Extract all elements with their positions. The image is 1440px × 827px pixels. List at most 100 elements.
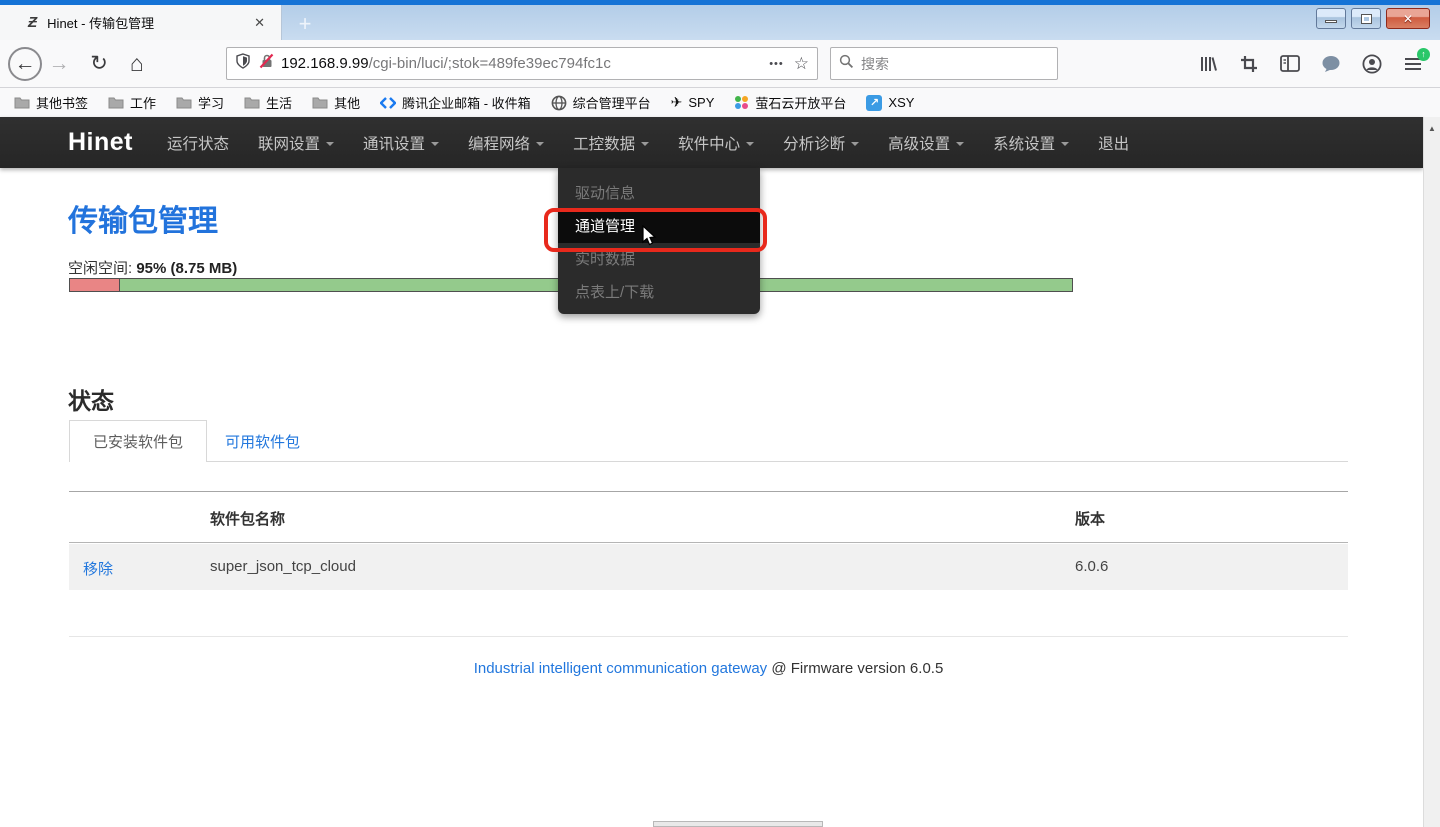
footer-gateway-link[interactable]: Industrial intelligent communication gat… [474, 660, 768, 677]
chevron-down-icon [746, 142, 754, 146]
bookmark-folder-misc[interactable]: 其他 [312, 93, 360, 112]
bookmark-spy[interactable]: ✈ SPY [671, 94, 715, 111]
home-button[interactable]: ⌂ [120, 47, 154, 81]
account-icon[interactable] [1359, 51, 1385, 77]
chevron-down-icon [326, 142, 334, 146]
folder-icon [176, 96, 192, 109]
remove-link[interactable]: 移除 [83, 558, 113, 579]
bookmark-folder-work[interactable]: 工作 [108, 93, 156, 112]
horizontal-scrollbar-thumb[interactable] [653, 821, 823, 827]
menu-item-point-table-updown[interactable]: 点表上/下载 [558, 276, 760, 309]
nav-item-run-status[interactable]: 运行状态 [167, 132, 229, 154]
nav-item-comm-settings[interactable]: 通讯设置 [363, 132, 439, 154]
chevron-down-icon [1061, 142, 1069, 146]
bookmark-folder-life[interactable]: 生活 [244, 93, 292, 112]
url-path: /cgi-bin/luci/;stok=489fe39ec794fc1c [369, 55, 611, 72]
column-header-package-name: 软件包名称 [210, 508, 285, 529]
folder-icon [14, 96, 30, 109]
nav-item-network-settings[interactable]: 联网设置 [258, 132, 334, 154]
minimize-button[interactable] [1316, 8, 1346, 29]
new-tab-button[interactable]: + [288, 9, 322, 40]
nav-item-programming-network[interactable]: 编程网络 [468, 132, 544, 154]
tab-favicon-icon: Ƶ [28, 14, 37, 31]
package-name-cell: super_json_tcp_cloud [210, 558, 356, 575]
close-button[interactable]: ✕ [1386, 8, 1430, 29]
free-space-text: 空闲空间: 95% (8.75 MB) [68, 257, 237, 278]
restore-icon [1362, 15, 1371, 23]
vertical-scrollbar[interactable]: ▲ [1423, 117, 1440, 827]
page-title: 传输包管理 [68, 196, 218, 240]
ys-cloud-icon [734, 95, 749, 110]
bookmark-ys-cloud[interactable]: 萤石云开放平台 [734, 93, 846, 112]
chevron-down-icon [536, 142, 544, 146]
browser-toolbar: ← → ↻ ⌂ 192.168.9.99/cgi-bin/luci/;stok=… [0, 40, 1440, 88]
package-version-cell: 6.0.6 [1075, 558, 1108, 575]
reload-button[interactable]: ↻ [82, 47, 116, 81]
browser-window: Ƶ Hinet - 传输包管理 ✕ + ✕ ← → ↻ ⌂ 192.168.9.… [0, 0, 1440, 827]
toolbar-right-icons: ↑ [1195, 51, 1440, 77]
back-button[interactable]: ← [8, 47, 42, 81]
table-header-row: 软件包名称 版本 [69, 492, 1348, 543]
tab-available-packages[interactable]: 可用软件包 [225, 420, 300, 462]
nav-item-software-center[interactable]: 软件中心 [678, 132, 754, 154]
site-navbar: Hinet 运行状态 联网设置 通讯设置 编程网络 工控数据 软件中心 分析诊断… [0, 117, 1423, 168]
nav-item-analysis-diagnosis[interactable]: 分析诊断 [783, 132, 859, 154]
folder-icon [108, 96, 124, 109]
footer-divider [69, 636, 1348, 637]
sidebar-toggle-icon[interactable] [1277, 51, 1303, 77]
insecure-lock-icon[interactable] [259, 53, 275, 74]
tencent-mail-icon [380, 96, 396, 110]
chevron-down-icon [641, 142, 649, 146]
library-icon[interactable] [1195, 51, 1221, 77]
bookmark-mgmt-platform[interactable]: 综合管理平台 [551, 93, 651, 112]
status-heading: 状态 [68, 382, 114, 416]
update-badge-icon: ↑ [1417, 48, 1430, 61]
nav-item-system-settings[interactable]: 系统设置 [993, 132, 1069, 154]
bookmark-folder-study[interactable]: 学习 [176, 93, 224, 112]
browser-tab[interactable]: Ƶ Hinet - 传输包管理 ✕ [0, 5, 282, 40]
url-fade [727, 55, 763, 72]
menu-item-realtime-data[interactable]: 实时数据 [558, 243, 760, 276]
bookmark-tencent-mail[interactable]: 腾讯企业邮箱 - 收件箱 [380, 93, 531, 112]
mouse-cursor-icon [640, 225, 660, 247]
search-box[interactable] [830, 47, 1058, 80]
globe-icon [551, 95, 567, 111]
site-footer: Industrial intelligent communication gat… [69, 660, 1348, 677]
nav-item-logout[interactable]: 退出 [1098, 132, 1129, 154]
tab-title: Hinet - 传输包管理 [47, 13, 248, 32]
screenshot-crop-icon[interactable] [1236, 51, 1262, 77]
site-nav-items: 运行状态 联网设置 通讯设置 编程网络 工控数据 软件中心 分析诊断 高级设置 … [167, 132, 1129, 154]
tab-close-icon[interactable]: ✕ [248, 13, 271, 33]
shield-icon[interactable] [235, 53, 251, 74]
url-text[interactable]: 192.168.9.99/cgi-bin/luci/;stok=489fe39e… [281, 55, 763, 72]
url-host: 192.168.9.99 [281, 55, 369, 72]
footer-firmware-text: @ Firmware version 6.0.5 [767, 660, 943, 677]
restore-button[interactable] [1351, 8, 1381, 29]
nav-item-industrial-data[interactable]: 工控数据 [573, 132, 649, 154]
folder-icon [244, 96, 260, 109]
site-brand[interactable]: Hinet [68, 128, 133, 157]
tab-installed-packages[interactable]: 已安装软件包 [69, 420, 207, 462]
menu-item-driver-info[interactable]: 驱动信息 [558, 177, 760, 210]
xsy-icon: ↗ [866, 95, 882, 111]
bookmarks-bar: 其他书签 工作 学习 生活 其他 腾讯企业邮箱 - 收件箱 综合管理平台 ✈ S… [0, 88, 1440, 117]
bookmark-folder-other-bookmarks[interactable]: 其他书签 [14, 93, 88, 112]
spy-plane-icon: ✈ [671, 94, 683, 111]
page-content: Hinet 运行状态 联网设置 通讯设置 编程网络 工控数据 软件中心 分析诊断… [0, 117, 1423, 827]
page-viewport: Hinet 运行状态 联网设置 通讯设置 编程网络 工控数据 软件中心 分析诊断… [0, 117, 1440, 827]
page-actions-icon[interactable]: ••• [769, 58, 784, 70]
bookmark-xsy[interactable]: ↗ XSY [866, 95, 914, 111]
scrollbar-up-arrow[interactable]: ▲ [1424, 117, 1440, 133]
minimize-icon [1325, 20, 1337, 23]
progress-used [70, 279, 120, 291]
search-icon [839, 54, 854, 74]
search-input[interactable] [861, 56, 1049, 72]
bookmark-star-icon[interactable]: ☆ [794, 54, 809, 74]
titlebar: Ƶ Hinet - 传输包管理 ✕ + ✕ [0, 0, 1440, 40]
close-icon: ✕ [1403, 12, 1413, 26]
forward-button[interactable]: → [42, 47, 76, 81]
url-bar[interactable]: 192.168.9.99/cgi-bin/luci/;stok=489fe39e… [226, 47, 818, 80]
menu-hamburger-icon[interactable]: ↑ [1400, 51, 1426, 77]
chat-bubble-icon[interactable] [1318, 51, 1344, 77]
nav-item-advanced-settings[interactable]: 高级设置 [888, 132, 964, 154]
